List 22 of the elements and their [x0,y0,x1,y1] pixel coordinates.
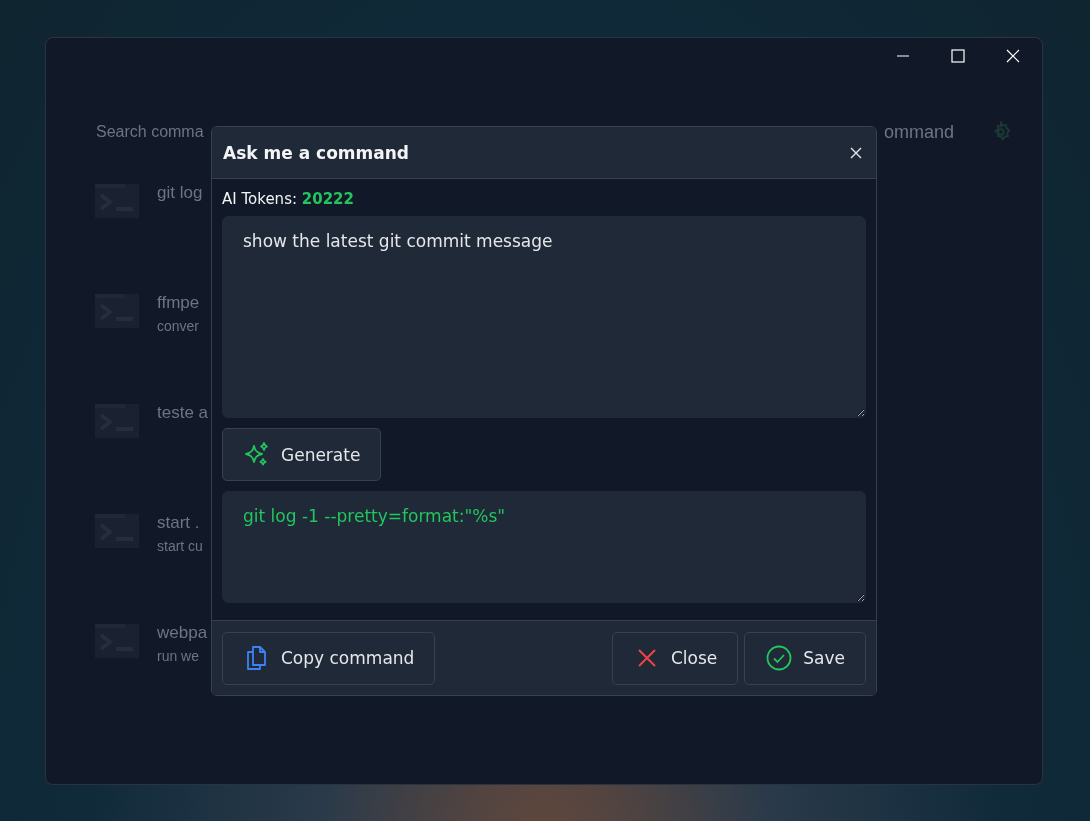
command-title[interactable]: start . [157,511,203,535]
command-description: conver [157,317,200,336]
maximize-icon[interactable] [951,49,965,63]
copy-command-button[interactable]: Copy command [222,631,436,685]
check-circle-icon [765,644,794,672]
command-title[interactable]: git log [157,181,203,205]
close-icon[interactable] [850,146,862,159]
command-description: run we [157,647,201,666]
command-title[interactable]: teste a [157,401,209,425]
tokens-count: 20222 [301,190,354,208]
command-title[interactable]: webpa [157,621,208,645]
command-description: start cu [157,537,203,556]
command-title[interactable]: ffmpe [157,291,200,315]
command-output-field[interactable]: git log -1 --pretty=format:"%s" [222,491,866,603]
save-button[interactable]: Save [744,631,866,685]
generate-button[interactable]: Generate [222,428,382,481]
tokens-label: AI Tokens: [222,190,297,208]
add-command-button[interactable]: ommand [883,121,954,143]
prompt-field[interactable]: show the latest git commit message [222,216,866,418]
close-button[interactable]: Close [611,631,739,685]
dialog-title: Ask me a command [223,142,409,163]
search-field[interactable]: Search comma [96,123,204,141]
